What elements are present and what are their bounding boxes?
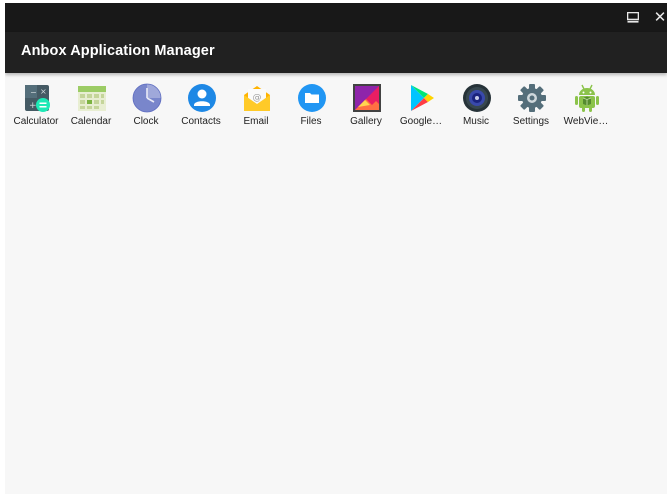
app-settings[interactable]: Settings: [504, 83, 558, 131]
app-bar: Anbox Application Manager: [5, 32, 667, 73]
restore-window-icon[interactable]: [625, 9, 641, 25]
files-icon: [297, 83, 327, 113]
svg-text:+: +: [29, 101, 37, 111]
page-title: Anbox Application Manager: [21, 43, 215, 59]
close-icon[interactable]: ✕: [652, 9, 667, 25]
app-files[interactable]: Files: [284, 83, 338, 131]
app-calendar[interactable]: Calendar: [64, 83, 118, 131]
settings-gear-icon: [517, 83, 547, 113]
email-icon: @: [242, 83, 272, 113]
app-contacts[interactable]: Contacts: [174, 83, 228, 131]
app-calculator[interactable]: − × + Calculator: [9, 83, 63, 131]
svg-text:×: ×: [40, 87, 47, 96]
contacts-icon: [187, 83, 217, 113]
calendar-icon: [77, 83, 107, 113]
gallery-icon: [352, 83, 382, 113]
calculator-icon: − × +: [22, 83, 52, 113]
music-icon: [462, 83, 492, 113]
anbox-window: ✕ Anbox Application Manager − × + Calcul…: [5, 3, 667, 494]
app-grid: − × + Calculator Calendar Clock Contacts…: [5, 83, 667, 133]
android-webview-icon: [572, 83, 602, 113]
app-webview[interactable]: WebVie…: [559, 83, 613, 131]
app-label: WebVie…: [563, 116, 609, 127]
app-music[interactable]: Music: [449, 83, 503, 131]
app-gallery[interactable]: Gallery: [339, 83, 393, 131]
window-titlebar[interactable]: ✕: [5, 3, 667, 32]
app-google-play[interactable]: Google…: [394, 83, 448, 131]
clock-icon: [132, 83, 162, 113]
app-email[interactable]: @ Email: [229, 83, 283, 131]
google-play-icon: [407, 83, 437, 113]
app-clock[interactable]: Clock: [119, 83, 173, 131]
svg-text:@: @: [253, 93, 262, 103]
svg-text:−: −: [30, 88, 37, 97]
